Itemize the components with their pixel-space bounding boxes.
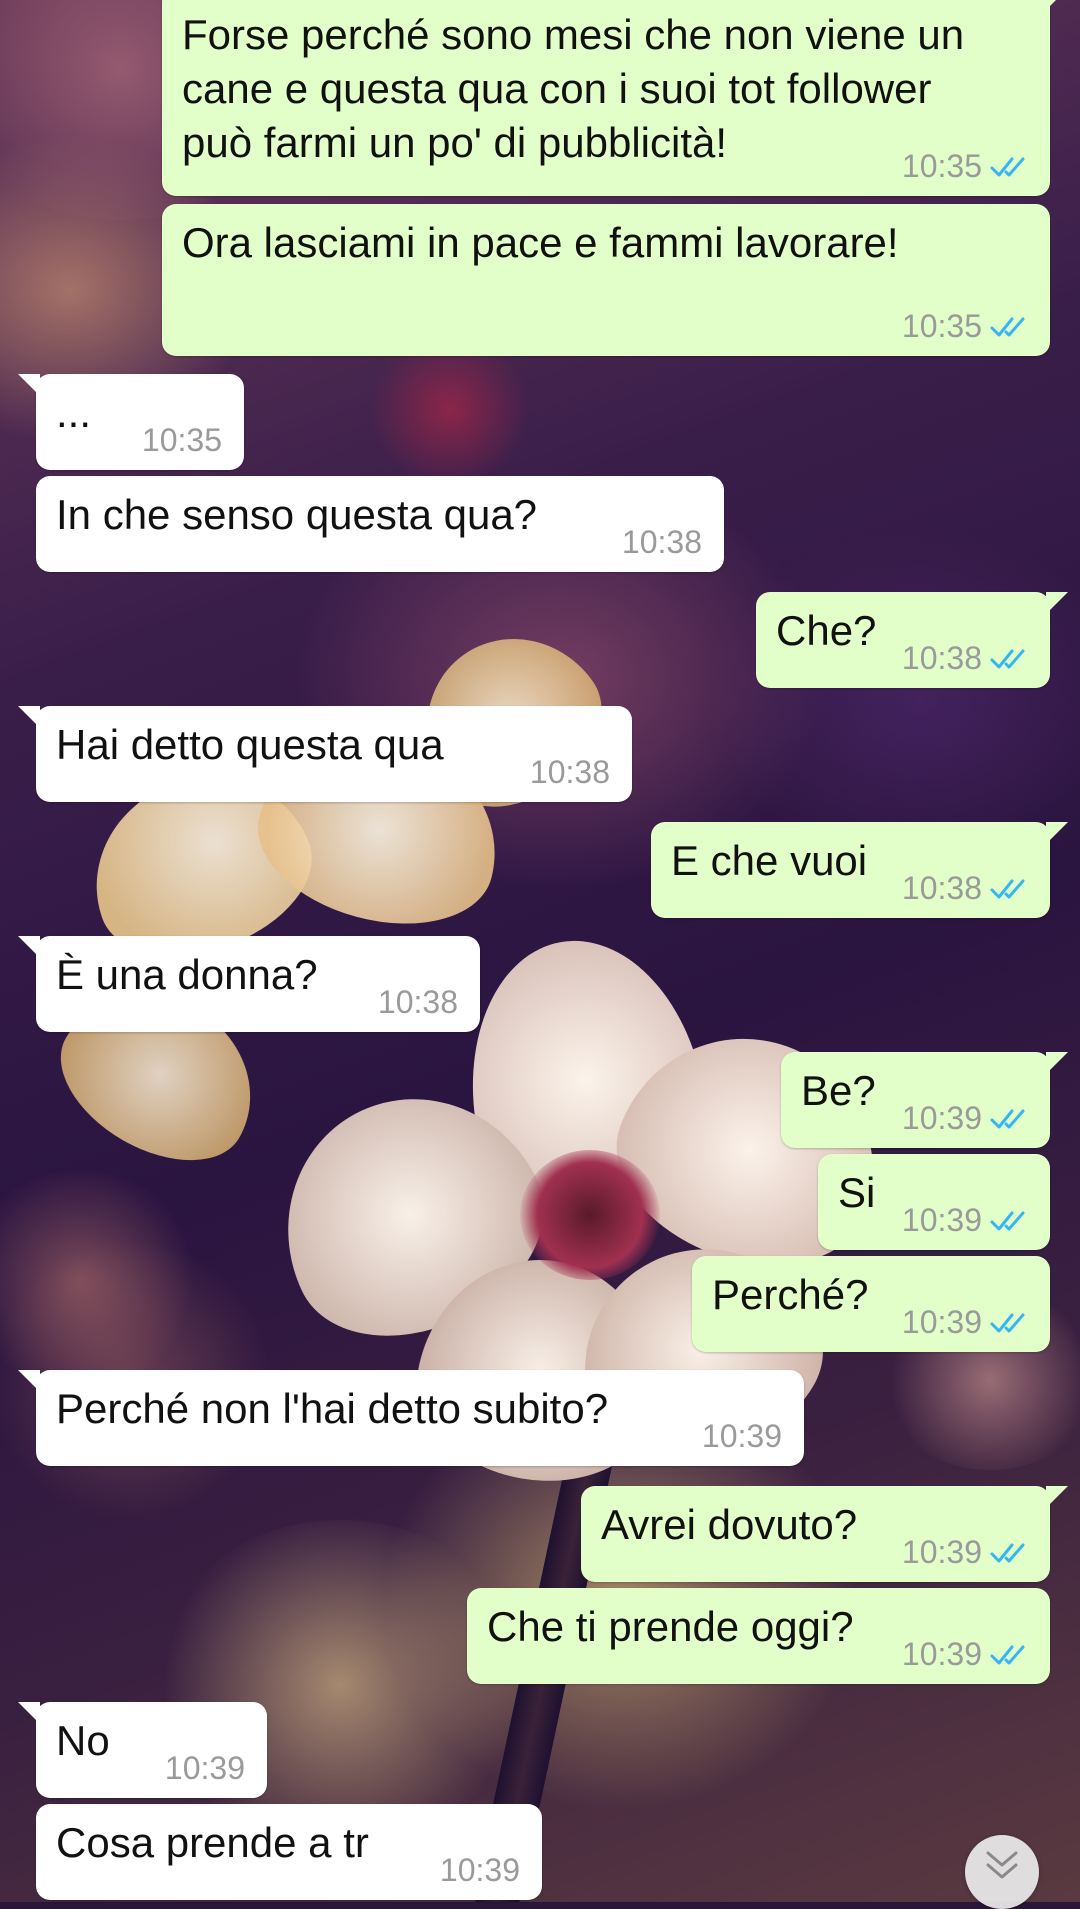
message-text: Cosa prende a tr <box>56 1819 369 1866</box>
incoming-message-bubble[interactable]: ... 10:35 <box>18 374 244 470</box>
bubble-tail <box>1046 1486 1068 1508</box>
message-meta: 10:39 <box>165 1750 245 1786</box>
bubble-tail <box>18 1370 40 1392</box>
outgoing-message-bubble[interactable]: Che? 10:38 <box>756 592 1068 688</box>
double-check-icon <box>990 1211 1025 1231</box>
outgoing-message-bubble[interactable]: Ora lasciami in pace e fammi lavorare! 10… <box>162 204 1050 356</box>
double-check-icon <box>990 649 1025 669</box>
double-chevron-down-icon <box>986 1851 1018 1879</box>
bubble-tail <box>18 706 40 728</box>
message-meta: 10:39 <box>902 1100 1032 1136</box>
double-check-icon <box>990 1109 1025 1129</box>
outgoing-message-bubble[interactable]: Be? 10:39 <box>781 1052 1068 1148</box>
message-timestamp: 10:39 <box>164 1750 245 1786</box>
incoming-message-bubble[interactable]: Perché non l'hai detto subito? 10:39 <box>18 1370 804 1466</box>
message-timestamp: 10:39 <box>901 1100 982 1136</box>
bubble-tail <box>1046 0 1068 10</box>
message-timestamp: 10:35 <box>901 308 982 344</box>
message-meta: 10:39 <box>902 1304 1032 1340</box>
message-timestamp: 10:39 <box>701 1418 782 1454</box>
message-text: Forse perché sono mesi che non viene un … <box>182 11 965 166</box>
message-text: Perché? <box>712 1271 869 1318</box>
message-meta: 10:38 <box>530 754 610 790</box>
message-timestamp: 10:35 <box>901 148 982 184</box>
outgoing-message-bubble[interactable]: Avrei dovuto? 10:39 <box>581 1486 1068 1582</box>
double-check-icon <box>990 157 1025 177</box>
incoming-message-bubble[interactable]: In che senso questa qua? 10:38 <box>36 476 724 572</box>
message-meta: 10:39 <box>902 1202 1032 1238</box>
message-meta: 10:35 <box>142 422 222 458</box>
message-meta: 10:35 <box>902 308 1032 344</box>
double-check-icon <box>990 1645 1025 1665</box>
message-text: Be? <box>801 1067 876 1114</box>
message-text: E che vuoi <box>671 837 868 884</box>
message-meta: 10:39 <box>440 1852 520 1888</box>
message-timestamp: 10:39 <box>901 1202 982 1238</box>
outgoing-message-bubble[interactable]: Che ti prende oggi? 10:39 <box>467 1588 1050 1684</box>
bubble-tail <box>18 936 40 958</box>
message-timestamp: 10:38 <box>901 870 982 906</box>
message-meta: 10:39 <box>902 1636 1032 1672</box>
message-text: Ora lasciami in pace e fammi lavorare! <box>182 219 899 266</box>
double-check-icon <box>990 879 1025 899</box>
message-timestamp: 10:39 <box>901 1534 982 1570</box>
double-check-icon <box>990 1543 1025 1563</box>
message-text: Hai detto questa qua <box>56 721 444 768</box>
message-text: Perché non l'hai detto subito? <box>56 1385 609 1432</box>
message-text: Avrei dovuto? <box>601 1501 858 1548</box>
bubble-tail <box>18 1702 40 1724</box>
message-meta: 10:39 <box>702 1418 782 1454</box>
message-timestamp: 10:38 <box>621 524 702 560</box>
bubble-tail <box>1046 592 1068 614</box>
outgoing-message-bubble[interactable]: Forse perché sono mesi che non viene un … <box>162 0 1068 196</box>
message-text: Che ti prende oggi? <box>487 1603 854 1650</box>
incoming-message-bubble[interactable]: È una donna? 10:38 <box>18 936 480 1032</box>
message-meta: 10:38 <box>902 870 1032 906</box>
message-meta: 10:38 <box>378 984 458 1020</box>
outgoing-message-bubble[interactable]: Si 10:39 <box>818 1154 1050 1250</box>
message-timestamp: 10:39 <box>901 1304 982 1340</box>
incoming-message-bubble[interactable]: No 10:39 <box>18 1702 267 1798</box>
message-text: È una donna? <box>56 951 318 998</box>
message-meta: 10:35 <box>902 148 1032 184</box>
bubble-tail <box>1046 1052 1068 1074</box>
message-text: Si <box>838 1169 876 1216</box>
double-check-icon <box>990 317 1025 337</box>
message-meta: 10:38 <box>622 524 702 560</box>
incoming-message-bubble[interactable]: Hai detto questa qua 10:38 <box>18 706 632 802</box>
scroll-to-bottom-button[interactable] <box>965 1835 1039 1909</box>
message-text: ... <box>56 389 92 436</box>
message-text: No <box>56 1717 110 1764</box>
message-timestamp: 10:35 <box>141 422 222 458</box>
bubble-tail <box>18 374 40 396</box>
double-check-icon <box>990 1313 1025 1333</box>
message-timestamp: 10:39 <box>439 1852 520 1888</box>
message-text: In che senso questa qua? <box>56 491 538 538</box>
bubble-tail <box>1046 822 1068 844</box>
message-timestamp: 10:39 <box>901 1636 982 1672</box>
message-timestamp: 10:38 <box>377 984 458 1020</box>
message-timestamp: 10:38 <box>529 754 610 790</box>
outgoing-message-bubble[interactable]: E che vuoi 10:38 <box>651 822 1068 918</box>
message-meta: 10:38 <box>902 640 1032 676</box>
outgoing-message-bubble[interactable]: Perché? 10:39 <box>692 1256 1050 1352</box>
incoming-message-bubble[interactable]: Cosa prende a tr 10:39 <box>36 1804 542 1900</box>
message-text: Che? <box>776 607 877 654</box>
message-timestamp: 10:38 <box>901 640 982 676</box>
message-meta: 10:39 <box>902 1534 1032 1570</box>
